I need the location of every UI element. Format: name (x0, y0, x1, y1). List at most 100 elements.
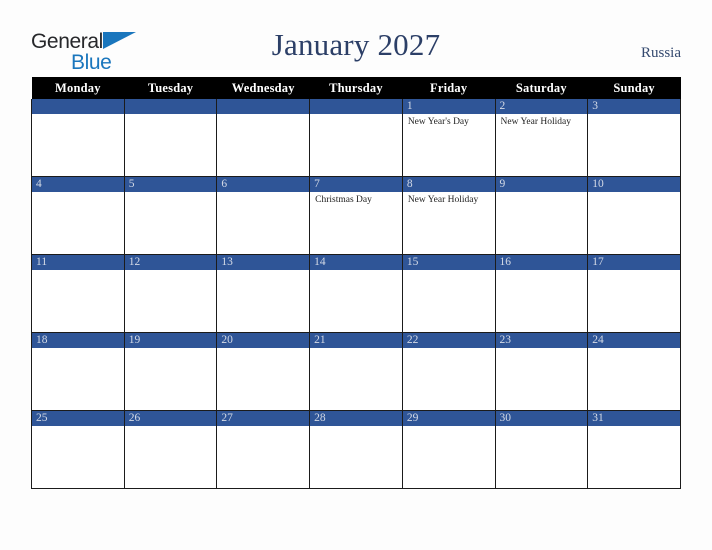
day-cell-28[interactable]: 28 (309, 410, 403, 489)
weekday-header-friday: Friday (402, 77, 496, 99)
day-cell-25[interactable]: 25 (31, 410, 125, 489)
day-cell-14[interactable]: 14 (309, 254, 403, 333)
holiday-label: Christmas Day (315, 195, 372, 205)
weekday-header-sunday: Sunday (587, 77, 681, 99)
day-cell-11[interactable]: 11 (31, 254, 125, 333)
day-cell-inner: 6 (217, 177, 310, 254)
day-cell-7[interactable]: 7 Christmas Day (309, 176, 403, 255)
day-cell-empty[interactable] (31, 99, 125, 177)
day-cell-31[interactable]: 31 (587, 410, 681, 489)
day-number-bar: 25 (32, 411, 124, 426)
day-number: 23 (499, 334, 512, 346)
page-title: January 2027 (271, 27, 441, 62)
calendar-week-row: 1 New Year's Day 2 New Year Holiday 3 (31, 99, 681, 177)
day-events (32, 426, 124, 429)
day-number: 8 (406, 178, 413, 190)
calendar-head: Monday Tuesday Wednesday Thursday Friday Satu… (31, 77, 681, 99)
calendar-week-row: 25 26 27 28 29 30 31 (31, 410, 681, 489)
day-cell-2[interactable]: 2 New Year Holiday (494, 99, 589, 177)
day-number: 26 (128, 412, 141, 424)
day-cell-23[interactable]: 23 (494, 332, 589, 411)
day-number: 9 (499, 178, 506, 190)
day-cell-20[interactable]: 20 (216, 332, 311, 411)
day-cell-inner: 28 (310, 411, 402, 488)
day-events (217, 114, 309, 117)
day-events (310, 426, 402, 429)
day-cell-inner: 12 (124, 255, 217, 332)
day-cell-27[interactable]: 27 (216, 410, 311, 489)
day-events (496, 426, 588, 429)
day-events (588, 114, 680, 117)
day-cell-26[interactable]: 26 (123, 410, 218, 489)
day-cell-inner: 4 (32, 177, 124, 254)
day-events (588, 426, 680, 429)
day-cell-inner: 15 (402, 255, 495, 332)
day-number: 2 (499, 100, 506, 112)
day-number: 10 (592, 178, 604, 190)
day-number: 7 (314, 178, 320, 190)
day-cell-18[interactable]: 18 (31, 332, 125, 411)
calendar-page: General Blue January 2027 Russia Monday T… (0, 0, 712, 550)
day-number-bar: 4 (32, 177, 124, 192)
weekday-header-tuesday: Tuesday (124, 77, 217, 99)
day-cell-16[interactable]: 16 (494, 254, 589, 333)
day-cell-empty[interactable] (216, 99, 311, 177)
day-cell-inner: 1 New Year's Day (402, 99, 495, 176)
day-number: 17 (592, 256, 604, 268)
day-number-bar: 21 (310, 333, 402, 348)
day-cell-empty[interactable] (309, 99, 403, 177)
day-number: 29 (406, 412, 419, 424)
day-number: 30 (499, 412, 512, 424)
day-number: 6 (221, 178, 228, 190)
day-number-bar: 15 (402, 255, 495, 270)
day-number: 11 (36, 256, 48, 268)
day-cell-10[interactable]: 10 (587, 176, 681, 255)
day-events (217, 270, 309, 273)
day-cell-1[interactable]: 1 New Year's Day (401, 99, 496, 177)
day-cell-19[interactable]: 19 (123, 332, 218, 411)
day-cell-24[interactable]: 24 (587, 332, 681, 411)
day-events (217, 192, 309, 195)
day-events (32, 192, 124, 195)
day-cell-30[interactable]: 30 (494, 410, 589, 489)
day-cell-29[interactable]: 29 (401, 410, 496, 489)
day-number-bar: 5 (124, 177, 217, 192)
day-number-bar: 2 (495, 99, 588, 114)
day-events (32, 114, 124, 117)
day-number: 22 (406, 334, 419, 346)
day-cell-inner: 8 New Year Holiday (402, 177, 495, 254)
day-number: 19 (128, 334, 141, 346)
day-number-bar: 20 (217, 333, 310, 348)
day-number: 18 (36, 334, 48, 346)
day-cell-4[interactable]: 4 (31, 176, 125, 255)
day-cell-3[interactable]: 3 (587, 99, 681, 177)
day-cell-empty[interactable] (123, 99, 218, 177)
day-cell-5[interactable]: 5 (123, 176, 218, 255)
day-cell-22[interactable]: 22 (401, 332, 496, 411)
day-cell-12[interactable]: 12 (123, 254, 218, 333)
day-cell-8[interactable]: 8 New Year Holiday (401, 176, 496, 255)
day-cell-inner: 14 (310, 255, 402, 332)
day-events (32, 270, 124, 273)
weekday-header-row: Monday Tuesday Wednesday Thursday Friday Satu… (31, 77, 681, 99)
day-cell-9[interactable]: 9 (494, 176, 589, 255)
day-number-bar: 28 (310, 411, 402, 426)
day-cell-inner: 20 (217, 333, 310, 410)
day-number: 15 (406, 256, 419, 268)
day-cell-inner: 16 (495, 255, 588, 332)
calendar-body: 1 New Year's Day 2 New Year Holiday 3 4 5 6 7 Chr… (31, 99, 681, 489)
day-number-bar: 13 (217, 255, 310, 270)
day-cell-21[interactable]: 21 (309, 332, 403, 411)
day-number-bar: 30 (495, 411, 588, 426)
day-number-bar: 31 (588, 411, 680, 426)
day-cell-15[interactable]: 15 (401, 254, 496, 333)
day-cell-6[interactable]: 6 (216, 176, 311, 255)
day-cell-inner: 21 (310, 333, 402, 410)
day-number-bar: 10 (588, 177, 680, 192)
weekday-header-saturday: Saturday (495, 77, 588, 99)
day-events (125, 348, 217, 351)
day-cell-17[interactable]: 17 (587, 254, 681, 333)
day-cell-inner (32, 99, 124, 176)
day-cell-13[interactable]: 13 (216, 254, 311, 333)
day-number: 13 (221, 256, 233, 268)
